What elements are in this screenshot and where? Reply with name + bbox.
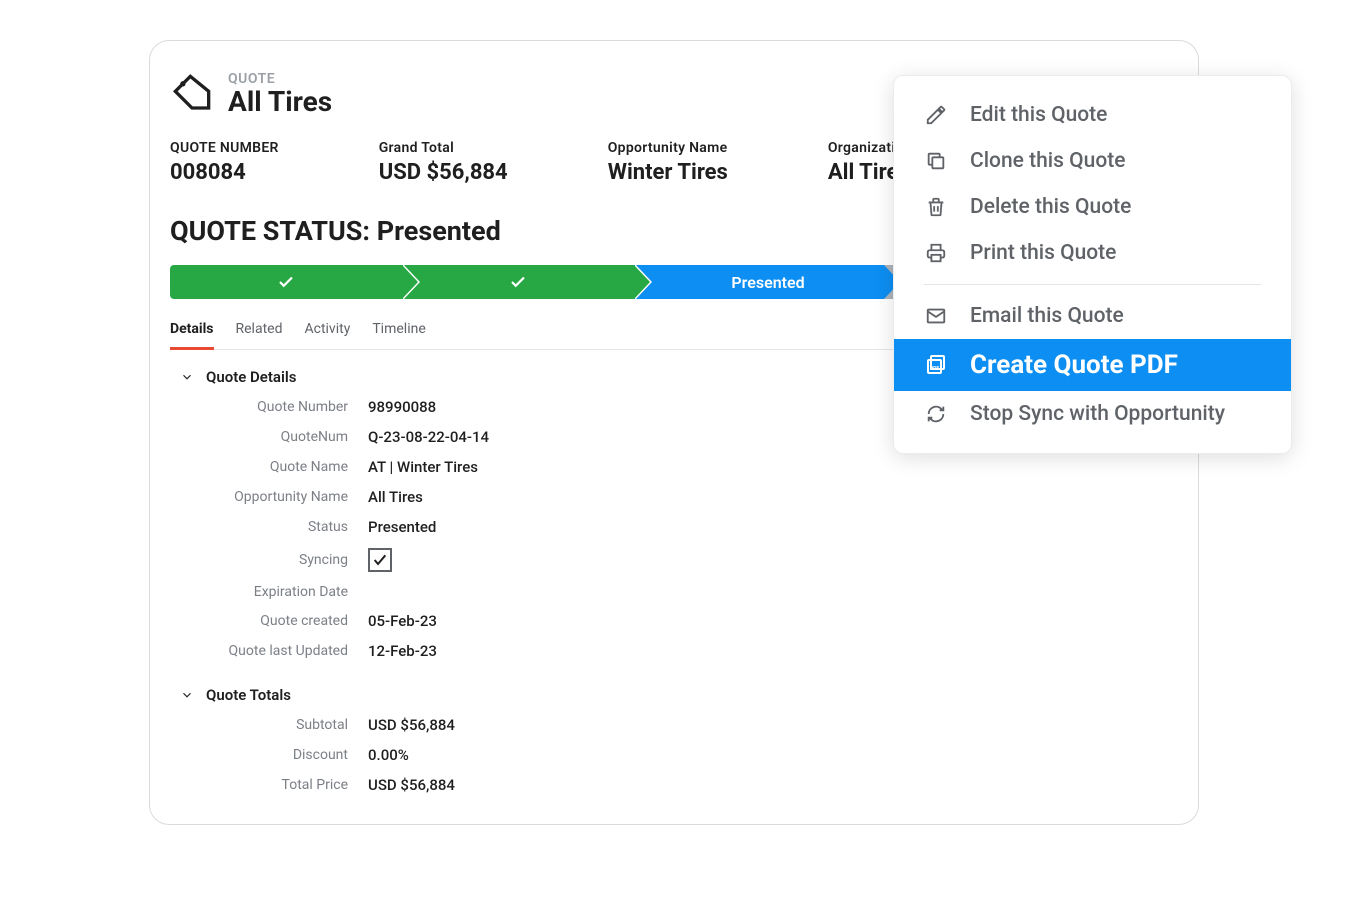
summary-opportunity: Opportunity Name Winter Tires <box>608 140 728 185</box>
detail-value: 12-Feb-23 <box>368 642 437 660</box>
detail-row: Opportunity NameAll Tires <box>180 488 1178 506</box>
chevron-down-icon <box>180 688 194 702</box>
summary-value: Winter Tires <box>608 160 728 185</box>
menu-item-stop-sync-with-opportunity[interactable]: Stop Sync with Opportunity <box>894 391 1291 437</box>
chevron-down-icon <box>180 370 194 384</box>
menu-item-clone-this-quote[interactable]: Clone this Quote <box>894 138 1291 184</box>
menu-item-edit-this-quote[interactable]: Edit this Quote <box>894 92 1291 138</box>
checkbox-checked[interactable] <box>368 548 392 572</box>
svg-text:PDF: PDF <box>930 366 939 372</box>
detail-label: Status <box>180 519 368 535</box>
menu-divider <box>924 284 1261 285</box>
detail-value: USD $56,884 <box>368 716 455 734</box>
menu-item-label: Edit this Quote <box>970 103 1107 127</box>
copy-icon <box>924 149 948 173</box>
summary-quote-number: QUOTE NUMBER 008084 <box>170 140 279 185</box>
pencil-icon <box>924 103 948 127</box>
menu-item-label: Create Quote PDF <box>970 350 1178 380</box>
tab-timeline[interactable]: Timeline <box>372 313 425 349</box>
section-toggle-quote-totals[interactable]: Quote Totals <box>180 686 1178 704</box>
detail-value: 05-Feb-23 <box>368 612 437 630</box>
quote-card: QUOTE All Tires QUOTE NUMBER 008084 Gran… <box>149 40 1199 825</box>
detail-label: Quote Name <box>180 459 368 475</box>
detail-label: Expiration Date <box>180 584 368 600</box>
detail-label: Discount <box>180 747 368 763</box>
detail-label: QuoteNum <box>180 429 368 445</box>
detail-value: Q-23-08-22-04-14 <box>368 428 489 446</box>
detail-row: SubtotalUSD $56,884 <box>180 716 1178 734</box>
check-icon <box>277 273 295 291</box>
detail-label: Subtotal <box>180 717 368 733</box>
trash-icon <box>924 195 948 219</box>
summary-label: QUOTE NUMBER <box>170 140 279 156</box>
detail-value: All Tires <box>368 488 423 506</box>
tab-activity[interactable]: Activity <box>304 313 350 349</box>
detail-row: Expiration Date <box>180 584 1178 600</box>
progress-step-done-1[interactable] <box>170 265 402 299</box>
summary-grand-total: Grand Total USD $56,884 <box>379 140 508 185</box>
detail-row: Quote NameAT | Winter Tires <box>180 458 1178 476</box>
detail-label: Opportunity Name <box>180 489 368 505</box>
menu-item-create-quote-pdf[interactable]: PDF Create Quote PDF <box>894 339 1291 391</box>
menu-item-label: Email this Quote <box>970 304 1124 328</box>
actions-menu: Edit this Quote Clone this Quote Delete th… <box>893 75 1292 454</box>
progress-step-current[interactable]: Presented <box>634 265 884 299</box>
section-title: Quote Details <box>206 368 296 386</box>
menu-item-delete-this-quote[interactable]: Delete this Quote <box>894 184 1291 230</box>
summary-label: Opportunity Name <box>608 140 728 156</box>
detail-label: Quote Number <box>180 399 368 415</box>
detail-row: Quote last Updated12-Feb-23 <box>180 642 1178 660</box>
check-icon <box>509 273 527 291</box>
print-icon <box>924 241 948 265</box>
detail-row: Total PriceUSD $56,884 <box>180 776 1178 794</box>
menu-item-label: Stop Sync with Opportunity <box>970 402 1225 426</box>
detail-label: Syncing <box>180 552 368 568</box>
pdf-icon: PDF <box>924 353 948 377</box>
detail-row: StatusPresented <box>180 518 1178 536</box>
detail-label: Quote last Updated <box>180 643 368 659</box>
detail-value: Presented <box>368 518 436 536</box>
mail-icon <box>924 304 948 328</box>
detail-row: Discount0.00% <box>180 746 1178 764</box>
summary-label: Grand Total <box>379 140 508 156</box>
detail-value <box>368 548 392 572</box>
tag-icon <box>170 71 214 115</box>
sync-icon <box>924 402 948 426</box>
detail-value: USD $56,884 <box>368 776 455 794</box>
page-title: All Tires <box>228 85 332 118</box>
progress-step-done-2[interactable] <box>402 265 634 299</box>
menu-item-label: Print this Quote <box>970 241 1116 265</box>
summary-value: 008084 <box>170 160 279 185</box>
detail-row: Quote created05-Feb-23 <box>180 612 1178 630</box>
summary-value: USD $56,884 <box>379 160 508 185</box>
menu-item-label: Delete this Quote <box>970 195 1131 219</box>
tab-related[interactable]: Related <box>236 313 283 349</box>
section-title: Quote Totals <box>206 686 291 704</box>
menu-item-print-this-quote[interactable]: Print this Quote <box>894 230 1291 276</box>
detail-label: Quote created <box>180 613 368 629</box>
progress-step-label: Presented <box>731 273 804 292</box>
menu-item-email-this-quote[interactable]: Email this Quote <box>894 293 1291 339</box>
detail-value: 0.00% <box>368 746 409 764</box>
detail-value: AT | Winter Tires <box>368 458 478 476</box>
check-icon <box>372 552 388 568</box>
tab-details[interactable]: Details <box>170 313 214 350</box>
menu-item-label: Clone this Quote <box>970 149 1125 173</box>
detail-value: 98990088 <box>368 398 436 416</box>
section-quote-totals: Quote Totals SubtotalUSD $56,884Discount… <box>180 686 1178 794</box>
detail-row: Syncing <box>180 548 1178 572</box>
detail-label: Total Price <box>180 777 368 793</box>
